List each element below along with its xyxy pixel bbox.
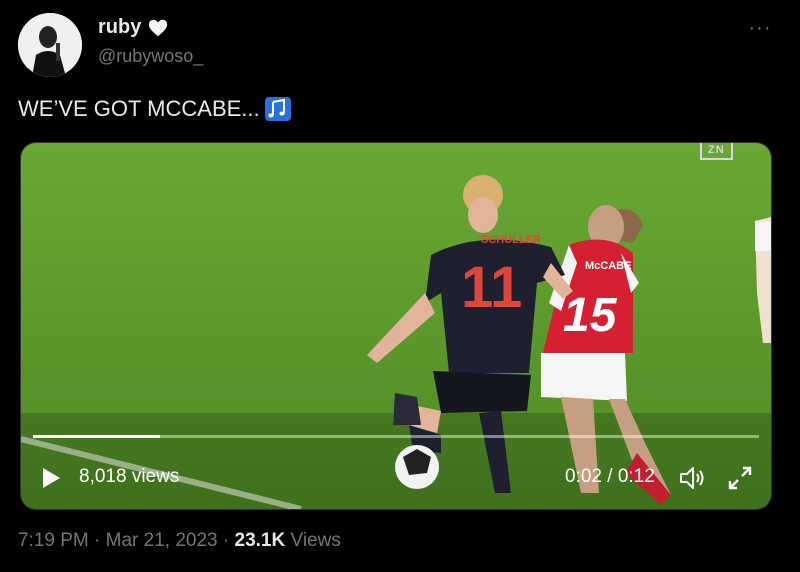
play-icon xyxy=(43,468,60,488)
expand-icon xyxy=(728,466,752,490)
meta-separator: · xyxy=(217,530,235,551)
right-player-number: 15 xyxy=(563,289,618,342)
video-progress-fill xyxy=(33,435,161,438)
more-icon: ··· xyxy=(748,16,772,39)
tweet-metadata: 7:19 PM · Mar 21, 2023 · 23.1K Views xyxy=(18,530,341,552)
tweet-date[interactable]: Mar 21, 2023 xyxy=(106,530,218,551)
play-button[interactable] xyxy=(39,466,63,490)
video-view-count: 8,018 views xyxy=(79,466,180,487)
display-name[interactable]: ruby xyxy=(98,16,141,39)
tweet-body: WE’VE GOT MCCABE... xyxy=(18,96,260,121)
left-player-number: 11 xyxy=(461,255,522,320)
avatar[interactable] xyxy=(18,13,82,77)
author-handle[interactable]: @rubywoso_ xyxy=(98,46,203,67)
video-player[interactable]: SCHÜLLER 11 McCABE 15 ZN 8,018 views 0:0… xyxy=(20,142,772,510)
musical-notes-icon xyxy=(264,96,292,122)
views-label: Views xyxy=(285,530,341,551)
author-name-row[interactable]: ruby xyxy=(98,16,169,39)
left-player-name: SCHÜLLER xyxy=(481,233,541,246)
tweet-time[interactable]: 7:19 PM xyxy=(18,530,89,551)
volume-icon xyxy=(680,467,704,489)
right-player-name: McCABE xyxy=(585,260,631,272)
volume-button[interactable] xyxy=(677,463,707,493)
white-heart-icon xyxy=(147,17,169,39)
tweet: ruby @rubywoso_ ··· WE’VE GOT MCCABE... xyxy=(0,0,800,572)
video-time: 0:02 / 0:12 xyxy=(565,466,655,487)
meta-separator: · xyxy=(88,530,106,551)
jersey-text: SCHÜLLER 11 McCABE 15 xyxy=(461,233,631,342)
broadcaster-logo: ZN xyxy=(700,143,733,160)
tweet-view-count: 23.1K xyxy=(234,530,286,551)
fullscreen-button[interactable] xyxy=(725,463,755,493)
tweet-text: WE’VE GOT MCCABE... xyxy=(18,96,292,122)
video-progress-bar[interactable] xyxy=(33,435,759,438)
more-options-button[interactable]: ··· xyxy=(746,16,774,40)
